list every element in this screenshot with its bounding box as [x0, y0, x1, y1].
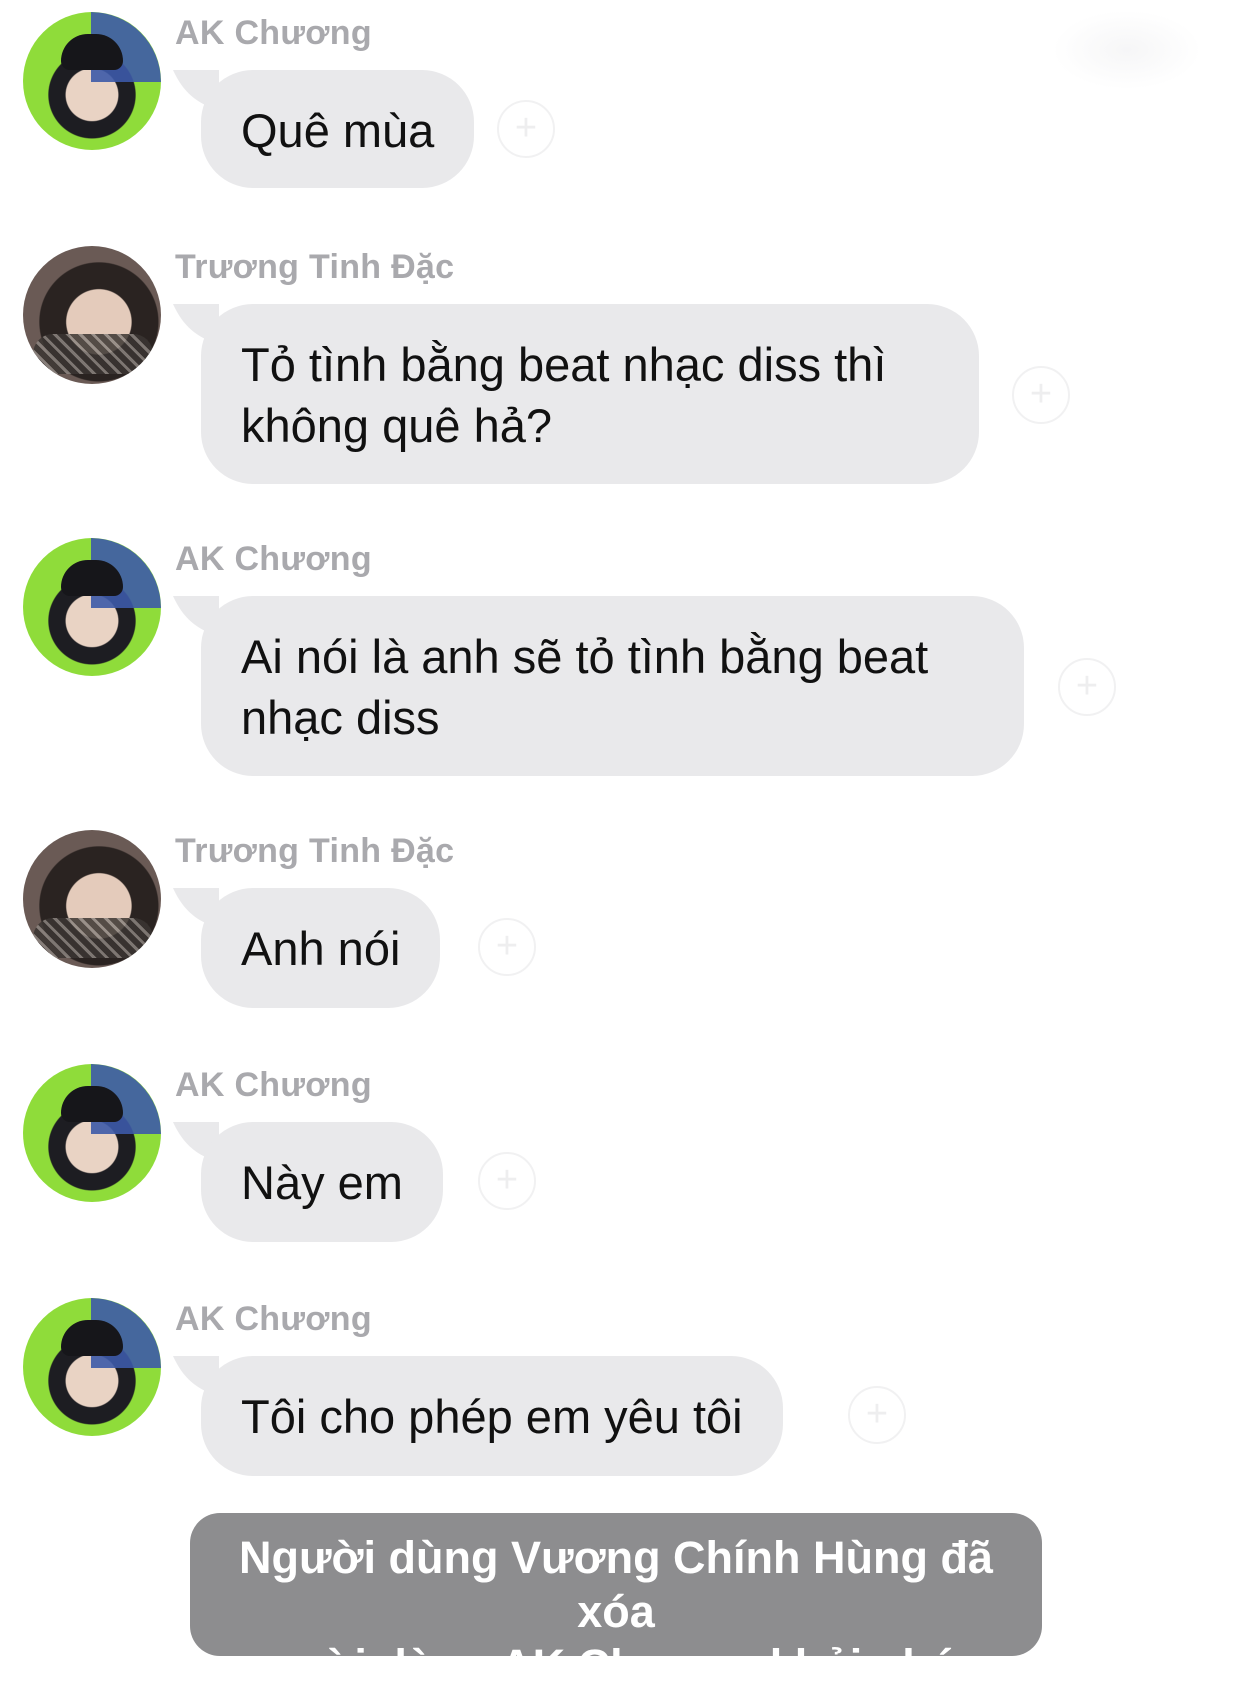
sender-name: AK Chương	[175, 1300, 372, 1338]
message-bubble[interactable]: Này em	[201, 1122, 443, 1242]
sender-name: AK Chương	[175, 1066, 372, 1104]
sender-name: AK Chương	[175, 540, 372, 578]
sender-name: AK Chương	[175, 14, 372, 52]
sender-name: Trương Tinh Đặc	[175, 832, 455, 870]
ak-chuong-avatar[interactable]	[23, 1298, 161, 1436]
truong-tinh-dac-avatar[interactable]	[23, 830, 161, 968]
message-bubble[interactable]: Ai nói là anh sẽ tỏ tình bằng beat nhạc …	[201, 596, 1024, 776]
message-bubble[interactable]: Tỏ tình bằng beat nhạc diss thì không qu…	[201, 304, 979, 484]
truong-tinh-dac-avatar[interactable]	[23, 246, 161, 384]
system-notice: Người dùng Vương Chính Hùng đã xóa người…	[190, 1513, 1042, 1691]
add-reaction-button[interactable]: +	[478, 1152, 536, 1210]
top-edge-fade	[1052, 10, 1202, 90]
ak-chuong-avatar[interactable]	[23, 538, 161, 676]
sender-name: Trương Tinh Đặc	[175, 248, 455, 286]
ak-chuong-avatar[interactable]	[23, 1064, 161, 1202]
add-reaction-button[interactable]: +	[1012, 366, 1070, 424]
message-bubble[interactable]: Tôi cho phép em yêu tôi	[201, 1356, 783, 1476]
add-reaction-button[interactable]: +	[478, 918, 536, 976]
add-reaction-button[interactable]: +	[1058, 658, 1116, 716]
add-reaction-button[interactable]: +	[848, 1386, 906, 1444]
add-reaction-button[interactable]: +	[497, 100, 555, 158]
ak-chuong-avatar[interactable]	[23, 12, 161, 150]
message-bubble[interactable]: Anh nói	[201, 888, 441, 1008]
message-bubble[interactable]: Quê mùa	[201, 70, 475, 188]
